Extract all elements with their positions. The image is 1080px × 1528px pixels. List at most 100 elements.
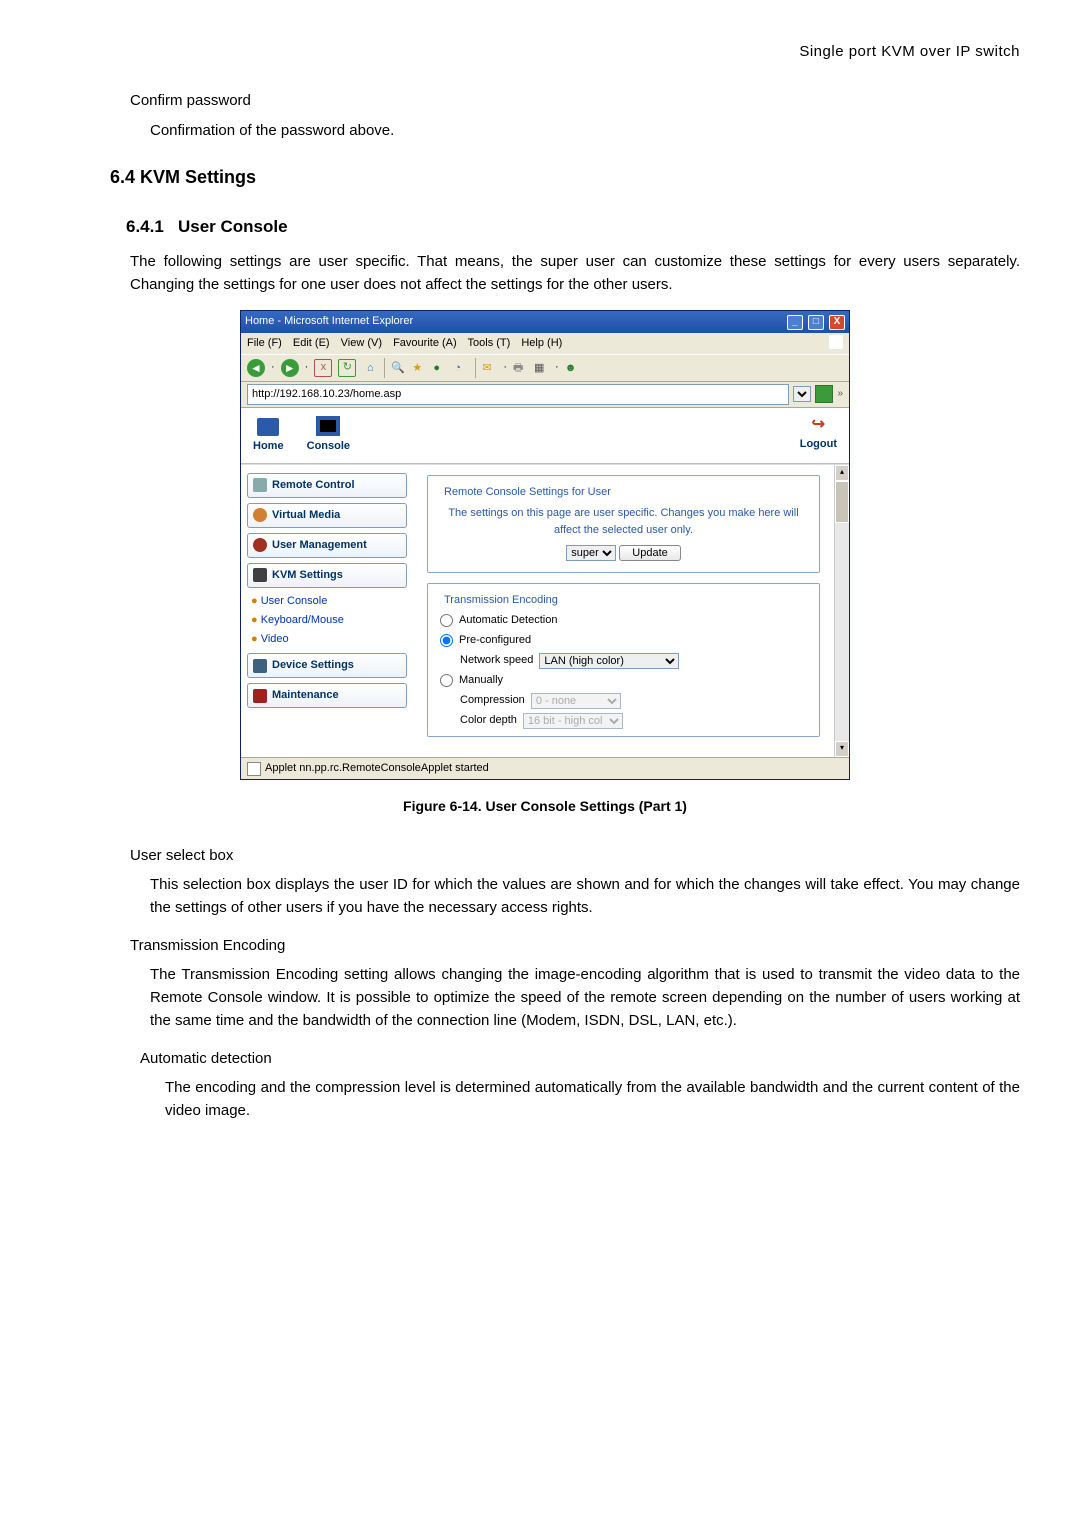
sidebar: Remote Control Virtual Media User Manage…: [241, 465, 413, 758]
browser-address-bar: http://192.168.10.23/home.asp »: [241, 382, 849, 408]
fieldset-legend: Remote Console Settings for User: [440, 484, 615, 501]
color-depth-row: Color depth 16 bit - high col: [460, 712, 807, 729]
sidebar-item-device-settings[interactable]: Device Settings: [247, 653, 407, 678]
menu-favorites[interactable]: Favourite (A): [393, 337, 457, 349]
applet-status-icon: [247, 762, 261, 776]
update-button[interactable]: Update: [619, 545, 680, 561]
links-chevron-icon[interactable]: »: [837, 386, 843, 402]
scroll-down-icon[interactable]: ▾: [835, 741, 849, 757]
radio-pre-configured[interactable]: [440, 634, 453, 647]
fieldset-transmission-encoding: Transmission Encoding Automatic Detectio…: [427, 583, 820, 737]
radio-automatic-detection[interactable]: [440, 614, 453, 627]
menu-file[interactable]: File (F): [247, 337, 282, 349]
fieldset-user-settings: Remote Console Settings for User The set…: [427, 475, 820, 573]
logout-button[interactable]: ↪ Logout: [800, 418, 837, 453]
favorites-icon[interactable]: ★: [412, 360, 427, 375]
section-6-4-heading: 6.4 KVM Settings: [110, 164, 1020, 192]
messenger-icon[interactable]: ☻: [565, 360, 580, 375]
sidebar-item-virtual-media[interactable]: Virtual Media: [247, 503, 407, 528]
sidebar-item-remote-control[interactable]: Remote Control: [247, 473, 407, 498]
stop-button-icon[interactable]: x: [314, 359, 332, 377]
confirm-password-heading: Confirm password: [130, 89, 1020, 112]
logout-label: Logout: [800, 438, 837, 450]
menu-help[interactable]: Help (H): [521, 337, 562, 349]
color-depth-label: Color depth: [460, 712, 517, 729]
radio-manually[interactable]: [440, 674, 453, 687]
menu-edit[interactable]: Edit (E): [293, 337, 330, 349]
browser-menubar: File (F) Edit (E) View (V) Favourite (A)…: [241, 333, 849, 354]
figure-caption: Figure 6-14. User Console Settings (Part…: [70, 796, 1020, 818]
refresh-button-icon[interactable]: ↻: [338, 359, 356, 377]
color-depth-select: 16 bit - high col: [523, 713, 623, 729]
user-select-box-heading: User select box: [130, 844, 1020, 867]
screenshot-browser-window: Home - Microsoft Internet Explorer _ □ X…: [240, 310, 850, 780]
scroll-up-icon[interactable]: ▴: [835, 465, 849, 481]
tab-home-label: Home: [253, 440, 284, 452]
virtual-media-icon: [253, 508, 267, 522]
tab-home[interactable]: Home: [253, 418, 284, 455]
automatic-detection-heading: Automatic detection: [140, 1047, 1020, 1070]
section-6-4-1-heading: 6.4.1 User Console: [126, 214, 1020, 240]
section-6-4-1-title: User Console: [178, 217, 288, 236]
option-row-manually: Manually: [440, 672, 807, 689]
mail-icon[interactable]: ✉: [482, 360, 497, 375]
user-specific-note: The settings on this page are user speci…: [440, 505, 807, 539]
window-control-buttons: _ □ X: [785, 313, 845, 330]
option-row-auto: Automatic Detection: [440, 612, 807, 629]
back-button-icon[interactable]: ◄: [247, 359, 265, 377]
sidebar-item-user-management[interactable]: User Management: [247, 533, 407, 558]
automatic-detection-body: The encoding and the compression level i…: [165, 1076, 1020, 1123]
maximize-button[interactable]: □: [808, 315, 824, 330]
window-title: Home - Microsoft Internet Explorer: [245, 313, 413, 330]
sidebar-sub-user-console[interactable]: ● User Console: [251, 593, 407, 610]
fieldset-legend: Transmission Encoding: [440, 592, 562, 609]
print-icon[interactable]: 🖶: [513, 360, 528, 375]
transmission-encoding-body: The Transmission Encoding setting allows…: [150, 963, 1020, 1033]
sidebar-sub-label: Keyboard/Mouse: [261, 614, 344, 626]
sidebar-label: Device Settings: [272, 657, 354, 674]
toolbar-separator: [475, 358, 476, 378]
user-select[interactable]: super: [566, 545, 616, 561]
radio-label: Pre-configured: [459, 632, 531, 649]
network-speed-select[interactable]: LAN (high color): [539, 653, 679, 669]
logout-icon: ↪: [807, 418, 829, 434]
main-panel: Remote Console Settings for User The set…: [413, 465, 834, 758]
section-6-4-number: 6.4: [110, 167, 135, 187]
section-6-4-1-number: 6.4.1: [126, 217, 164, 236]
network-speed-row: Network speed LAN (high color): [460, 652, 807, 669]
app-top-bar: Home Console ↪ Logout: [241, 408, 849, 464]
home-button-icon[interactable]: ⌂: [362, 360, 378, 376]
sidebar-sub-keyboard-mouse[interactable]: ● Keyboard/Mouse: [251, 612, 407, 629]
search-icon[interactable]: 🔍: [391, 360, 406, 375]
browser-status-bar: Applet nn.pp.rc.RemoteConsoleApplet star…: [241, 757, 849, 779]
history-icon[interactable]: ◔: [454, 360, 469, 375]
go-button-icon[interactable]: [815, 385, 833, 403]
sidebar-item-kvm-settings[interactable]: KVM Settings: [247, 563, 407, 588]
sidebar-sub-video[interactable]: ● Video: [251, 631, 407, 648]
radio-label: Manually: [459, 672, 503, 689]
page-header-right: Single port KVM over IP switch: [70, 40, 1020, 63]
menu-tools[interactable]: Tools (T): [468, 337, 511, 349]
edit-icon[interactable]: ▦: [534, 360, 549, 375]
network-speed-label: Network speed: [460, 652, 533, 669]
forward-button-icon[interactable]: ►: [281, 359, 299, 377]
vertical-scrollbar[interactable]: ▴ ▾: [834, 465, 849, 758]
scroll-thumb[interactable]: [835, 481, 849, 523]
address-dropdown[interactable]: [793, 386, 811, 402]
sidebar-label: Remote Control: [272, 477, 355, 494]
option-row-preconfigured: Pre-configured: [440, 632, 807, 649]
tab-console[interactable]: Console: [307, 416, 350, 455]
maintenance-icon: [253, 689, 267, 703]
window-titlebar[interactable]: Home - Microsoft Internet Explorer _ □ X: [241, 311, 849, 332]
close-button[interactable]: X: [829, 315, 845, 330]
compression-label: Compression: [460, 692, 525, 709]
ie-logo-icon: [829, 335, 843, 349]
toolbar-separator: [384, 358, 385, 378]
minimize-button[interactable]: _: [787, 315, 803, 330]
radio-label: Automatic Detection: [459, 612, 557, 629]
media-icon[interactable]: ●: [433, 360, 448, 375]
sidebar-sub-label: Video: [261, 633, 289, 645]
address-input[interactable]: http://192.168.10.23/home.asp: [247, 384, 789, 405]
sidebar-item-maintenance[interactable]: Maintenance: [247, 683, 407, 708]
menu-view[interactable]: View (V): [341, 337, 382, 349]
